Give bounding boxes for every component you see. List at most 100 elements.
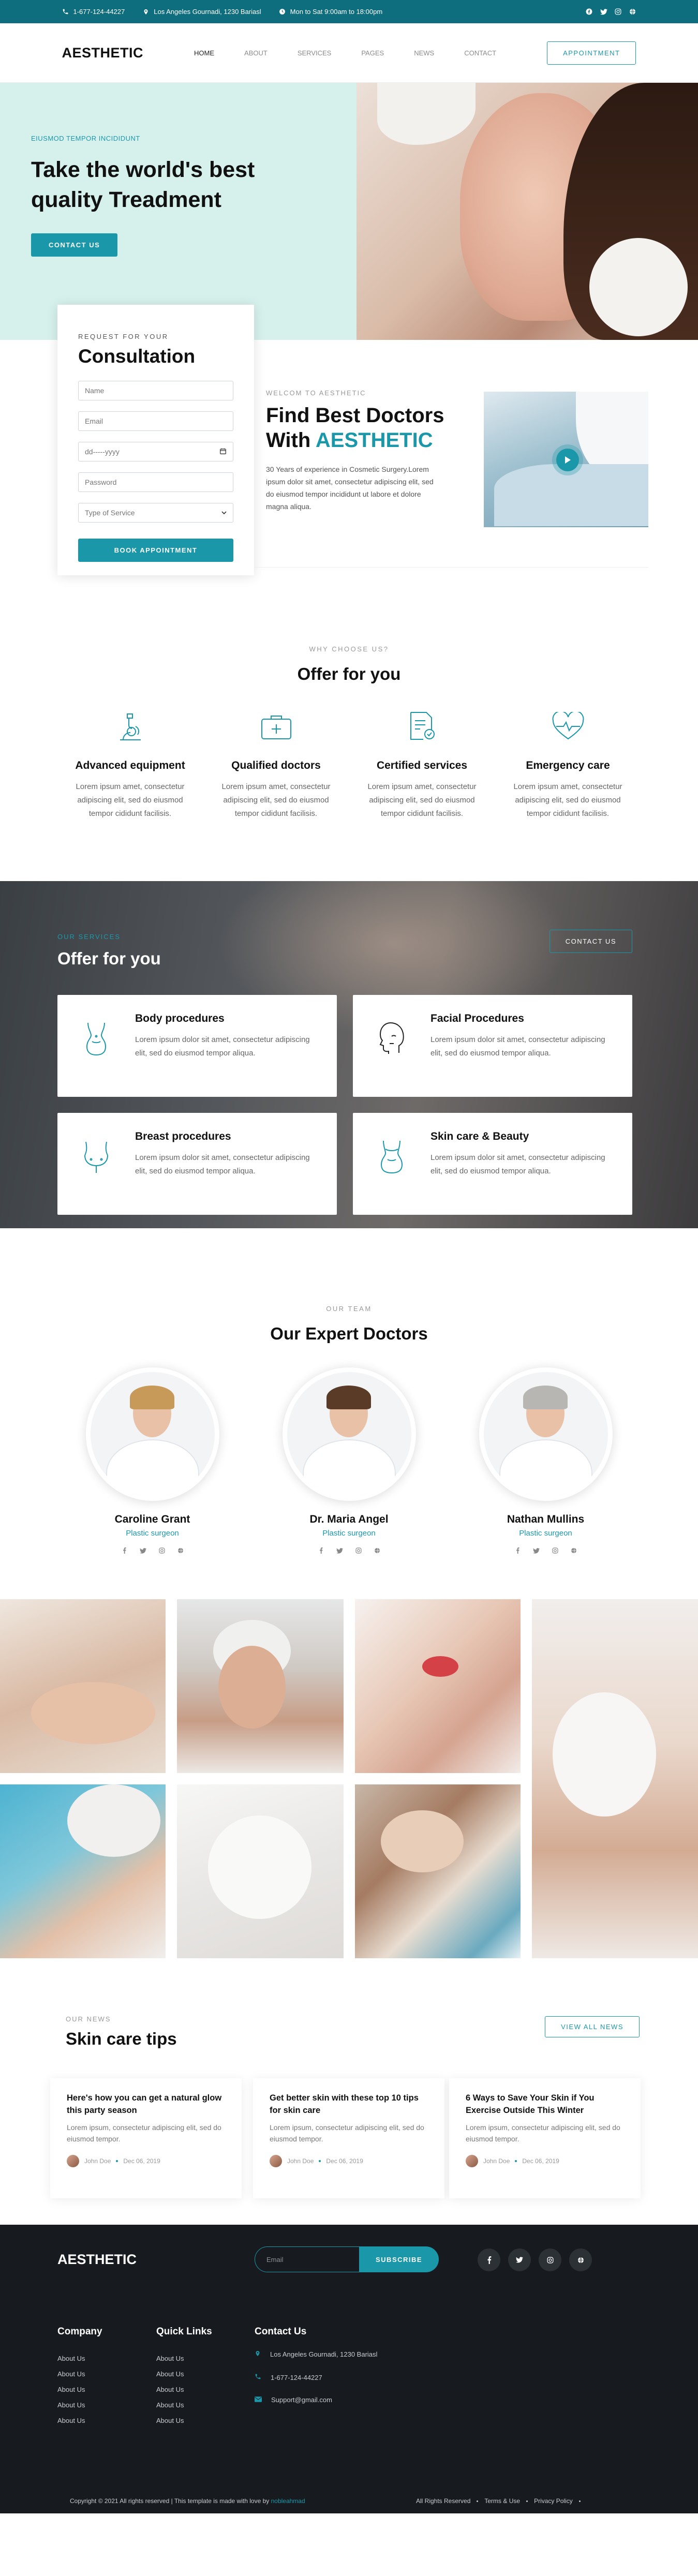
gallery-image[interactable] [355,1784,521,1958]
twitter-icon[interactable] [508,2249,531,2271]
news-card-title[interactable]: Get better skin with these top 10 tips f… [270,2092,428,2117]
news-card[interactable]: Get better skin with these top 10 tips f… [253,2078,444,2198]
news-card-date: Dec 06, 2019 [123,2157,160,2165]
instagram-icon[interactable] [552,1547,558,1556]
twitter-icon[interactable] [139,1547,146,1556]
doctor-role: Plastic surgeon [519,1529,572,1538]
doctor-name: Dr. Maria Angel [309,1513,389,1525]
footer-link[interactable]: About Us [57,2351,102,2366]
footer-link[interactable]: About Us [156,2351,212,2366]
name-field[interactable]: Name [78,381,233,400]
doctor-role: Plastic surgeon [322,1529,376,1538]
footer-link[interactable]: About Us [57,2366,102,2382]
site-logo[interactable]: AESTHETIC [62,45,144,61]
facebook-icon[interactable] [586,8,593,16]
twitter-icon[interactable] [336,1547,343,1556]
subscribe-email-input[interactable]: Email [255,2246,363,2272]
footer-link[interactable]: About Us [57,2382,102,2398]
globe-icon[interactable] [177,1547,184,1556]
news-card-author: John Doe [287,2157,314,2165]
mail-icon [255,2396,262,2404]
facebook-icon[interactable] [478,2249,500,2271]
service-card[interactable]: Facial Procedures Lorem ipsum dolor sit … [353,995,632,1097]
globe-icon[interactable] [569,2249,592,2271]
globe-icon[interactable] [571,1547,577,1556]
why-choose-section: WHY CHOOSE US? Offer for you Advanced eq… [0,568,698,881]
privacy-link[interactable]: Privacy Policy [534,2497,573,2505]
news-title: Skin care tips [66,2029,177,2048]
footer-link[interactable]: About Us [156,2366,212,2382]
footer-company: Company About Us About Us About Us About… [57,2326,102,2429]
terms-link[interactable]: Terms & Use [484,2497,520,2505]
services-contact-button[interactable]: CONTACT US [549,930,632,953]
date-field[interactable]: dd-----yyyy [78,442,233,461]
doctor-card: Caroline Grant Plastic surgeon [85,1367,219,1556]
password-field[interactable]: Password [78,472,233,492]
nav-item-news[interactable]: NEWS [414,49,434,57]
appointment-button[interactable]: APPOINTMENT [547,41,636,65]
about-title: Find Best Doctors With AESTHETIC [266,404,444,452]
email-field[interactable]: Email [78,411,233,431]
topbar-phone[interactable]: 1-677-124-44227 [62,8,125,16]
footer-link[interactable]: About Us [156,2398,212,2413]
breast-icon [78,1130,114,1197]
nav-item-contact[interactable]: CONTACT [464,49,496,57]
subscribe-button[interactable]: SUBSCRIBE [359,2246,439,2272]
instagram-icon[interactable] [615,8,622,16]
chevron-down-icon [221,509,227,517]
map-pin-icon [142,8,150,16]
service-card[interactable]: Breast procedures Lorem ipsum dolor sit … [57,1113,337,1215]
footer-bottom: Copyright © 2021 All rights reserved | T… [0,2489,698,2513]
clock-icon [279,8,286,16]
news-card[interactable]: Here's how you can get a natural glow th… [50,2078,242,2198]
news-card-title[interactable]: 6 Ways to Save Your Skin if You Exercise… [466,2092,624,2117]
contact-phone[interactable]: 1-677-124-44227 [271,2374,322,2381]
service-card[interactable]: Body procedures Lorem ipsum dolor sit am… [57,995,337,1097]
body-icon [78,1012,114,1079]
contact-email[interactable]: Support@gmail.com [271,2396,332,2404]
doctor-social [283,1547,416,1556]
gallery-image[interactable] [177,1599,344,1773]
book-appointment-button[interactable]: BOOK APPOINTMENT [78,539,233,562]
gallery-image[interactable] [177,1784,344,1958]
doctor-card: Nathan Mullins Plastic surgeon [479,1367,613,1556]
nav-item-services[interactable]: SERVICES [298,49,332,57]
nav-item-pages[interactable]: PAGES [361,49,384,57]
facebook-icon[interactable] [515,1547,521,1556]
instagram-icon[interactable] [539,2249,561,2271]
instagram-icon[interactable] [158,1547,165,1556]
topbar-hours-text: Mon to Sat 9:00am to 18:00pm [290,8,383,16]
service-card[interactable]: Skin care & Beauty Lorem ipsum dolor sit… [353,1113,632,1215]
news-card-title[interactable]: Here's how you can get a natural glow th… [67,2092,225,2117]
calendar-icon[interactable] [219,448,227,456]
news-card[interactable]: 6 Ways to Save Your Skin if You Exercise… [449,2078,641,2198]
hero-contact-button[interactable]: CONTACT US [31,233,118,257]
twitter-icon[interactable] [532,1547,540,1556]
footer-link[interactable]: About Us [57,2413,102,2429]
service-select[interactable]: Type of Service [78,503,233,523]
footer-link[interactable]: About Us [156,2413,212,2429]
instagram-icon[interactable] [355,1547,362,1556]
footer-logo[interactable]: AESTHETIC [57,2252,137,2268]
play-icon[interactable] [556,449,579,471]
nav-item-home[interactable]: HOME [194,49,214,57]
gallery-image[interactable] [0,1784,166,1958]
facebook-icon[interactable] [122,1547,127,1556]
footer-link[interactable]: About Us [57,2398,102,2413]
news-card-author: John Doe [483,2157,510,2165]
twitter-icon[interactable] [600,8,607,16]
divider [254,567,648,568]
footer-social [478,2249,592,2271]
nav-item-about[interactable]: ABOUT [244,49,268,57]
footer-link[interactable]: About Us [156,2382,212,2398]
globe-icon[interactable] [629,8,636,16]
author-link[interactable]: nobleahmad [271,2497,305,2505]
gallery-image[interactable] [355,1599,521,1773]
view-all-news-button[interactable]: VIEW ALL NEWS [545,2016,640,2037]
facebook-icon[interactable] [318,1547,324,1556]
video-thumbnail[interactable] [484,392,648,527]
gallery-image[interactable] [0,1599,166,1773]
team-section: OUR TEAM Our Expert Doctors Caroline Gra… [0,1228,698,1599]
gallery-image[interactable] [532,1599,698,1958]
globe-icon[interactable] [374,1547,380,1556]
